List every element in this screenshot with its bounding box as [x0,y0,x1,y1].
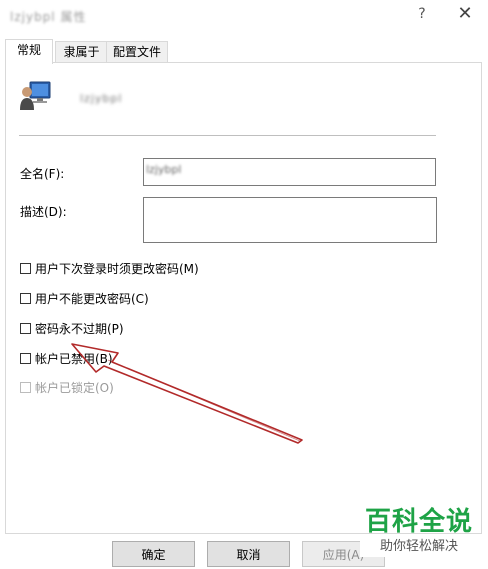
tab-profile[interactable]: 配置文件 [106,41,168,63]
option-account-disabled[interactable]: 帐户已禁用(B) [20,350,113,366]
tab-general[interactable]: 常规 [5,39,53,64]
checkbox [20,381,31,393]
title-bar: lzjybpl 属性 ? ✕ [0,0,488,32]
fullname-label: 全名(F): [20,167,65,181]
option-label: 用户下次登录时须更改密码(M) [35,261,199,276]
option-must-change-password[interactable]: 用户下次登录时须更改密码(M) [20,260,199,276]
checkbox[interactable] [20,352,31,364]
option-label: 用户不能更改密码(C) [35,291,149,306]
checkbox[interactable] [20,322,31,334]
cancel-button[interactable]: 取消 [207,541,290,567]
option-label: 帐户已锁定(O) [35,380,114,395]
fullname-field[interactable]: lzjybpl [143,158,436,186]
window-title: lzjybpl 属性 [10,10,87,24]
watermark-logo: 百科全说 助你轻松解决 [360,507,478,563]
close-button[interactable]: ✕ [454,3,476,25]
option-account-locked: 帐户已锁定(O) [20,379,114,395]
checkbox[interactable] [20,262,31,274]
help-button[interactable]: ? [412,4,432,24]
watermark-sub: 助你轻松解决 [360,537,478,557]
option-cannot-change-password[interactable]: 用户不能更改密码(C) [20,290,149,306]
watermark-main: 百科全说 [364,507,473,537]
description-field[interactable] [143,197,437,243]
ok-button[interactable]: 确定 [112,541,195,567]
username-display: lzjybpl [80,92,123,105]
description-label: 描述(D): [20,205,67,219]
header-divider [19,135,436,136]
option-label: 帐户已禁用(B) [35,351,113,366]
tab-member-of[interactable]: 隶属于 [55,41,108,63]
fullname-value: lzjybpl [146,163,182,176]
option-label: 密码永不过期(P) [35,321,124,336]
checkbox[interactable] [20,292,31,304]
option-password-never-expires[interactable]: 密码永不过期(P) [20,320,124,336]
user-computer-icon [20,81,51,110]
